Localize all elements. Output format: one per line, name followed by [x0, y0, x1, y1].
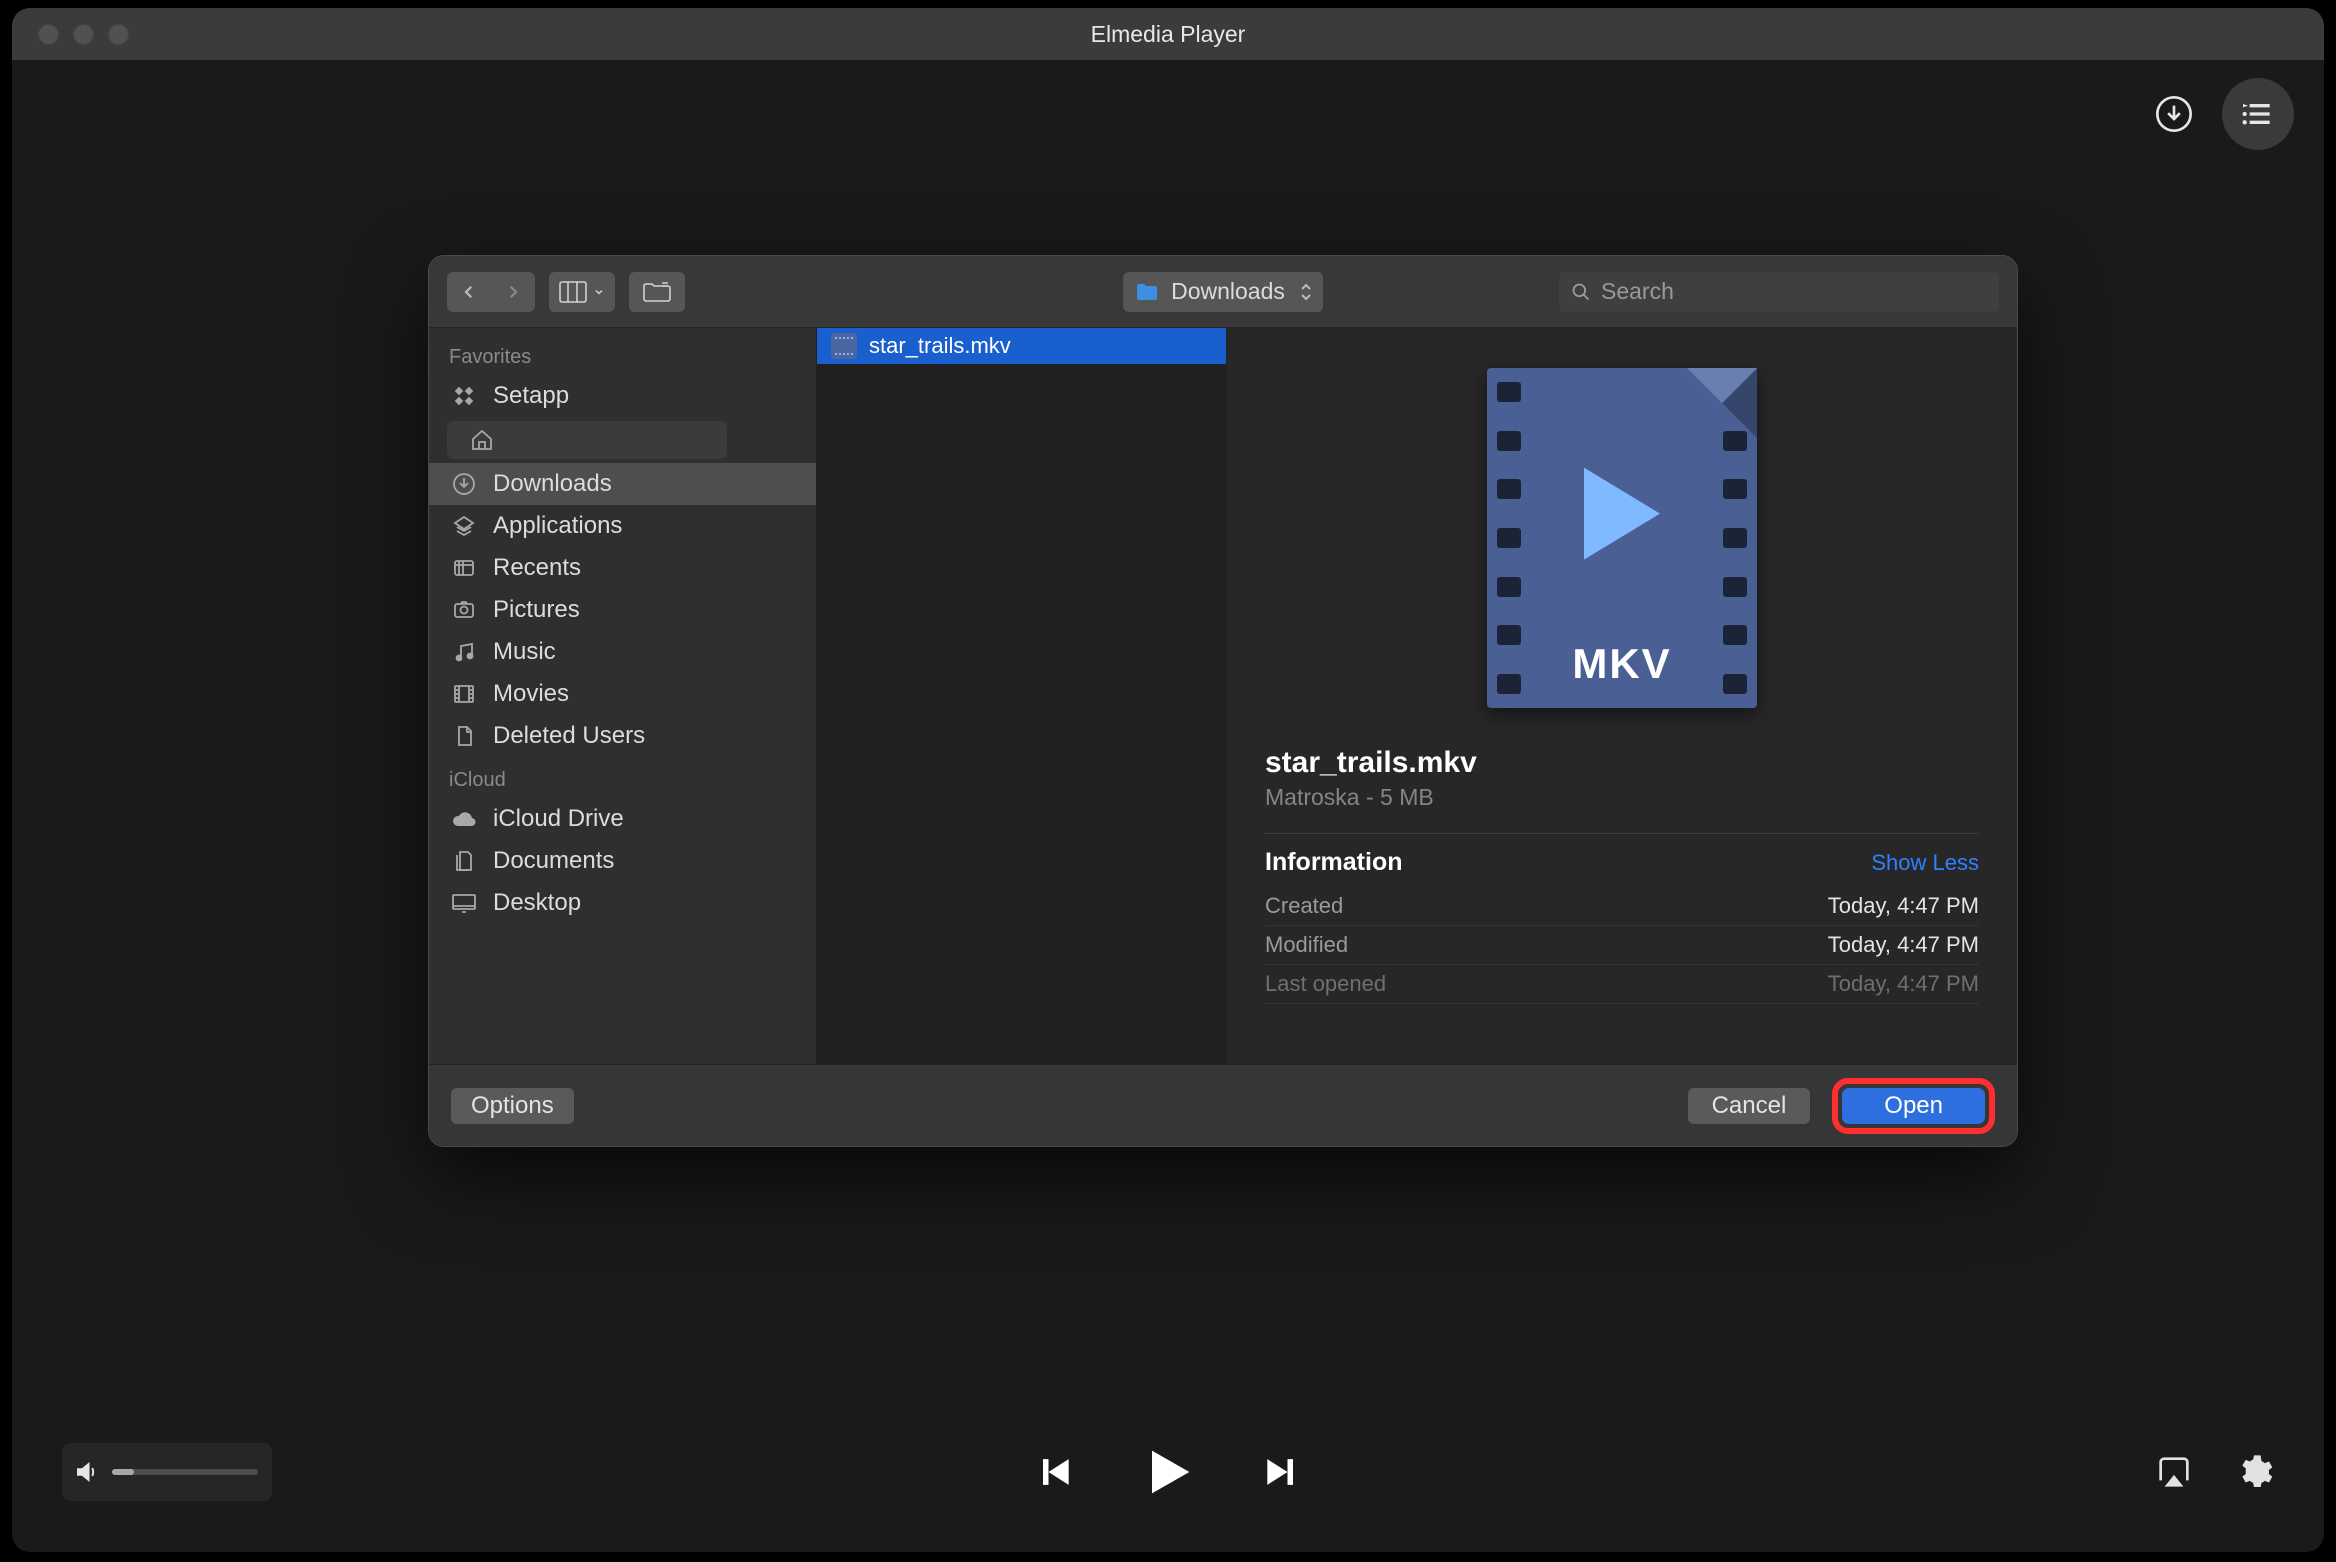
desktop-icon: [449, 892, 479, 914]
sidebar-section-label: iCloud: [429, 757, 816, 798]
sidebar-item-home[interactable]: [447, 421, 727, 459]
volume-slider[interactable]: [112, 1469, 258, 1475]
next-track-button[interactable]: [1260, 1450, 1304, 1494]
sidebar: Favorites Setapp Downloads Applications Rece…: [429, 328, 817, 1064]
transport-controls: [1032, 1440, 1304, 1504]
music-icon: [449, 640, 479, 664]
documents-icon: [449, 849, 479, 873]
document-icon: [449, 724, 479, 748]
info-key: Created: [1265, 893, 1343, 919]
sidebar-item-label: Downloads: [493, 470, 612, 498]
sidebar-item-label: Desktop: [493, 889, 581, 917]
open-file-dialog: Downloads Search Favorites Setapp Download…: [428, 255, 2018, 1147]
info-key: Last opened: [1265, 971, 1386, 997]
sidebar-item-setapp[interactable]: Setapp: [429, 375, 816, 417]
dialog-footer: Options Cancel Open: [429, 1064, 2017, 1146]
minimize-window-button[interactable]: [73, 24, 94, 45]
search-input[interactable]: Search: [1559, 272, 1999, 312]
sidebar-item-deleted-users[interactable]: Deleted Users: [429, 715, 816, 757]
sidebar-item-label: Deleted Users: [493, 722, 645, 750]
preview-icon-label: MKV: [1487, 640, 1757, 688]
downloads-icon: [449, 472, 479, 496]
download-icon[interactable]: [2154, 94, 2194, 134]
preview-file-icon: MKV: [1487, 368, 1757, 708]
previous-track-button[interactable]: [1032, 1450, 1076, 1494]
dialog-body: Favorites Setapp Downloads Applications Rece…: [429, 328, 2017, 1064]
file-row[interactable]: star_trails.mkv: [817, 328, 1226, 364]
info-heading: Information: [1265, 848, 1403, 877]
sidebar-item-label: iCloud Drive: [493, 805, 624, 833]
info-value: Today, 4:47 PM: [1828, 971, 1979, 997]
info-key: Modified: [1265, 932, 1348, 958]
sidebar-item-label: Pictures: [493, 596, 580, 624]
playback-bar: [12, 1422, 2324, 1522]
info-row: Last opened Today, 4:47 PM: [1265, 965, 1979, 1004]
cloud-icon: [449, 808, 479, 830]
play-button[interactable]: [1136, 1440, 1200, 1504]
playlist-icon[interactable]: [2222, 78, 2294, 150]
preview-pane: MKV star_trails.mkv Matroska - 5 MB Info…: [1227, 328, 2017, 1064]
sidebar-section-label: Favorites: [429, 334, 816, 375]
output-controls: [2154, 1452, 2274, 1492]
sidebar-item-label: Applications: [493, 512, 622, 540]
group-button[interactable]: [629, 272, 685, 312]
file-thumb-icon: [831, 333, 857, 359]
sidebar-item-movies[interactable]: Movies: [429, 673, 816, 715]
sidebar-item-label: Documents: [493, 847, 614, 875]
cancel-button[interactable]: Cancel: [1688, 1088, 1811, 1124]
window-title: Elmedia Player: [12, 21, 2324, 48]
sidebar-item-applications[interactable]: Applications: [429, 505, 816, 547]
sidebar-item-label: Recents: [493, 554, 581, 582]
titlebar: Elmedia Player: [12, 8, 2324, 60]
dialog-toolbar: Downloads Search: [429, 256, 2017, 328]
open-button[interactable]: Open: [1842, 1088, 1985, 1124]
preview-subtitle: Matroska - 5 MB: [1265, 784, 1979, 811]
view-mode-button[interactable]: [549, 272, 615, 312]
info-row: Modified Today, 4:47 PM: [1265, 926, 1979, 965]
movies-icon: [449, 682, 479, 706]
zoom-window-button[interactable]: [108, 24, 129, 45]
traffic-lights: [12, 24, 129, 45]
location-dropdown[interactable]: Downloads: [1123, 272, 1323, 312]
sidebar-item-pictures[interactable]: Pictures: [429, 589, 816, 631]
options-button[interactable]: Options: [451, 1088, 574, 1124]
info-value: Today, 4:47 PM: [1828, 893, 1979, 919]
app-window: Elmedia Player: [12, 8, 2324, 1552]
applications-icon: [449, 514, 479, 538]
sidebar-item-music[interactable]: Music: [429, 631, 816, 673]
header-actions: [2154, 78, 2294, 150]
sidebar-item-desktop[interactable]: Desktop: [429, 882, 816, 924]
folder-icon: [1135, 282, 1159, 302]
volume-control[interactable]: [62, 1443, 272, 1501]
search-placeholder: Search: [1601, 278, 1674, 305]
search-icon: [1571, 282, 1591, 302]
info-value: Today, 4:47 PM: [1828, 932, 1979, 958]
home-icon: [467, 428, 497, 452]
file-name: star_trails.mkv: [869, 333, 1011, 359]
info-rows: Created Today, 4:47 PM Modified Today, 4:47…: [1265, 887, 1979, 1004]
sidebar-item-documents[interactable]: Documents: [429, 840, 816, 882]
close-window-button[interactable]: [38, 24, 59, 45]
settings-icon[interactable]: [2234, 1452, 2274, 1492]
location-label: Downloads: [1171, 278, 1285, 305]
sidebar-item-label: Movies: [493, 680, 569, 708]
open-button-highlight: Open: [1832, 1078, 1995, 1134]
file-list: star_trails.mkv: [817, 328, 1227, 1064]
chevron-updown-icon: [1299, 282, 1313, 302]
sidebar-item-recents[interactable]: Recents: [429, 547, 816, 589]
sidebar-item-label: Music: [493, 638, 556, 666]
nav-back-button[interactable]: [447, 272, 491, 312]
volume-icon: [72, 1457, 102, 1487]
nav-forward-button[interactable]: [491, 272, 535, 312]
pictures-icon: [449, 598, 479, 622]
sidebar-item-downloads[interactable]: Downloads: [429, 463, 816, 505]
sidebar-item-label: Setapp: [493, 382, 569, 410]
recents-icon: [449, 556, 479, 580]
setapp-icon: [449, 384, 479, 408]
sidebar-item-icloud-drive[interactable]: iCloud Drive: [429, 798, 816, 840]
airplay-icon[interactable]: [2154, 1452, 2194, 1492]
show-less-link[interactable]: Show Less: [1871, 850, 1979, 876]
preview-filename: star_trails.mkv: [1265, 746, 1979, 780]
info-row: Created Today, 4:47 PM: [1265, 887, 1979, 926]
